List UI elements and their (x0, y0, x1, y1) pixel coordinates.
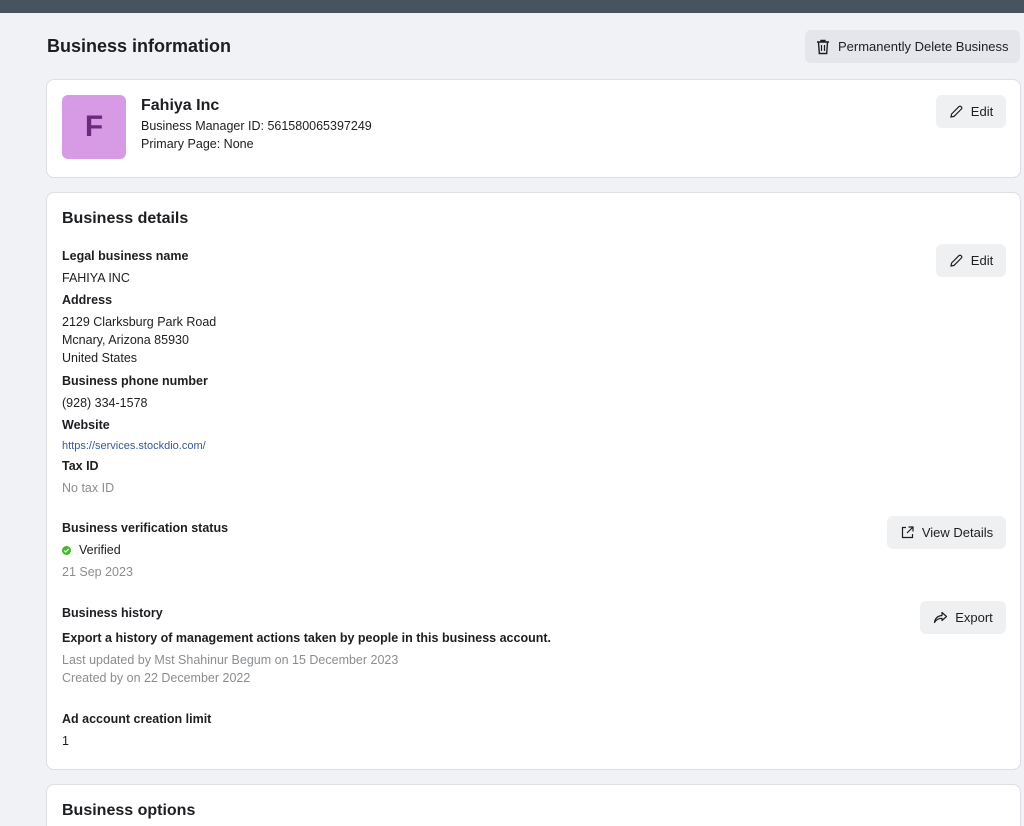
address-label: Address (62, 293, 113, 307)
tax-id-value: No tax ID (62, 481, 115, 495)
verification-date: 21 Sep 2023 (62, 565, 133, 579)
business-options-title: Business options (62, 802, 196, 819)
tax-id-label: Tax ID (62, 459, 99, 473)
address-line2: Mcnary, Arizona 85930 (62, 333, 189, 347)
check-dot-icon (62, 545, 71, 555)
business-options-card: Business options (46, 784, 1021, 826)
website-link[interactable]: https://services.stockdio.com/ (62, 440, 206, 452)
view-details-label: View Details (921, 525, 994, 540)
details-edit-button[interactable]: Edit (936, 244, 1006, 277)
business-history-label: Business history (62, 606, 163, 620)
business-details-title: Business details (62, 210, 189, 227)
business-profile-card: F Fahiya Inc Business Manager ID: 561580… (46, 79, 1021, 178)
phone-label: Business phone number (62, 374, 208, 388)
primary-page: Primary Page: None (141, 137, 254, 151)
export-button[interactable]: Export (920, 601, 1006, 634)
legal-name-label: Legal business name (62, 249, 189, 263)
business-avatar: F (62, 95, 126, 159)
external-link-icon (900, 525, 915, 540)
history-created: Created by on 22 December 2022 (62, 671, 251, 685)
ad-account-limit-label: Ad account creation limit (62, 712, 212, 726)
page-title: Business information (47, 36, 232, 56)
address-line1: 2129 Clarksburg Park Road (62, 315, 217, 329)
address-line3: United States (62, 351, 138, 365)
edit-label: Edit (970, 253, 994, 268)
ad-account-limit-value: 1 (62, 734, 69, 748)
business-history-description: Export a history of management actions t… (62, 631, 551, 645)
history-last-updated: Last updated by Mst Shahinur Begum on 15… (62, 653, 399, 667)
business-name: Fahiya Inc (141, 97, 220, 114)
export-label: Export (955, 610, 993, 625)
business-manager-id: Business Manager ID: 561580065397249 (141, 119, 372, 133)
verification-status: Verified (62, 543, 121, 557)
phone-value: (928) 334-1578 (62, 396, 148, 410)
view-details-button[interactable]: View Details (887, 516, 1006, 549)
top-bar (0, 0, 1024, 13)
profile-edit-button[interactable]: Edit (936, 95, 1006, 128)
website-label: Website (62, 418, 110, 432)
legal-name-value: FAHIYA INC (62, 271, 130, 285)
pencil-icon (949, 253, 964, 268)
trash-icon (816, 39, 830, 55)
verified-text: Verified (79, 543, 121, 557)
pencil-icon (949, 104, 964, 119)
business-details-card: Business details Edit Legal business nam… (46, 192, 1021, 770)
delete-button-label: Permanently Delete Business (838, 39, 1009, 54)
permanently-delete-business-button[interactable]: Permanently Delete Business (805, 30, 1020, 63)
verification-label: Business verification status (62, 521, 229, 535)
share-icon (933, 610, 948, 625)
edit-label: Edit (970, 104, 994, 119)
